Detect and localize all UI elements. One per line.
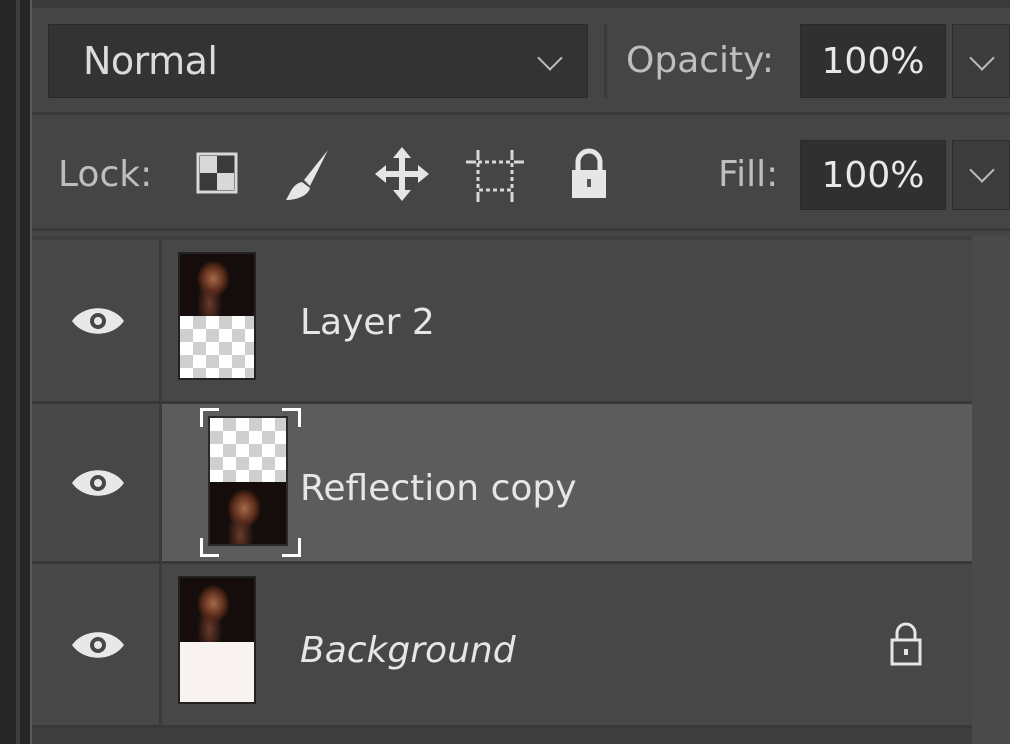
chevron-down-icon <box>969 45 995 71</box>
layer-name: Background <box>300 630 516 671</box>
panel-left-edge <box>0 0 32 744</box>
lock-image-pixels-icon[interactable] <box>282 146 334 204</box>
selection-corner <box>200 408 219 427</box>
layer-row-reflection-copy[interactable]: Reflection copy <box>32 404 972 564</box>
layer-lock-icon <box>890 622 922 666</box>
fill-input[interactable]: 100% <box>800 140 946 210</box>
selection-corner <box>200 538 219 557</box>
layer-row-layer-2[interactable]: Layer 2 <box>32 240 972 404</box>
layer-row-background[interactable]: Background <box>32 564 972 728</box>
lock-position-icon[interactable] <box>374 146 430 202</box>
layer-thumbnail <box>178 252 256 380</box>
eye-icon[interactable] <box>70 468 126 498</box>
lock-all-icon[interactable] <box>568 146 610 202</box>
lock-artboard-icon[interactable] <box>466 146 526 204</box>
opacity-value: 100% <box>821 40 925 82</box>
layer-thumbnail <box>208 416 288 546</box>
panel-top-strip <box>32 0 1010 8</box>
lock-label: Lock: <box>58 154 153 195</box>
blend-mode-value: Normal <box>83 39 218 83</box>
opacity-label: Opacity: <box>626 40 774 81</box>
chevron-down-icon <box>537 45 563 71</box>
fill-value: 100% <box>821 154 925 196</box>
layer-thumbnail <box>178 576 256 704</box>
layers-scroll-gutter <box>972 236 1010 744</box>
opacity-dropdown-button[interactable] <box>952 24 1010 98</box>
opacity-input[interactable]: 100% <box>800 24 946 98</box>
chevron-down-icon <box>969 157 995 183</box>
divider <box>32 228 1010 231</box>
blend-mode-select[interactable]: Normal <box>48 24 588 98</box>
fill-label: Fill: <box>718 154 779 195</box>
eye-icon[interactable] <box>70 306 126 336</box>
layer-name: Reflection copy <box>300 468 577 509</box>
layer-name: Layer 2 <box>300 302 435 343</box>
selection-corner <box>282 408 301 427</box>
selection-corner <box>282 538 301 557</box>
fill-dropdown-button[interactable] <box>952 140 1010 210</box>
lock-transparent-pixels-icon[interactable] <box>196 152 238 194</box>
eye-icon[interactable] <box>70 630 126 660</box>
divider <box>604 24 607 98</box>
divider <box>32 112 1010 115</box>
